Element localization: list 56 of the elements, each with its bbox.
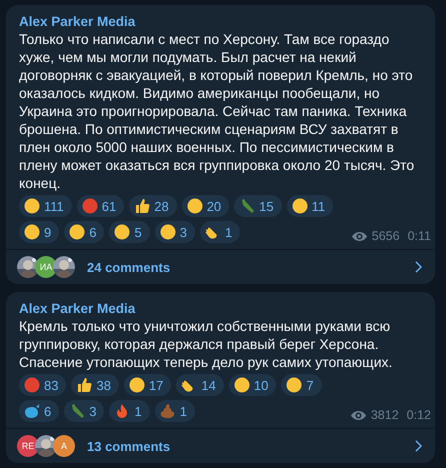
reaction-button[interactable]: 1 <box>200 221 240 243</box>
chevron-icon[interactable] <box>415 440 422 452</box>
reaction-button[interactable]: 83 <box>19 374 66 396</box>
face-icon <box>24 198 40 214</box>
face-icon <box>160 224 176 240</box>
face-icon <box>186 198 203 214</box>
face-icon <box>24 224 40 240</box>
reaction-button[interactable]: 1 <box>154 400 195 422</box>
reaction-button[interactable]: 1 <box>109 400 150 422</box>
message-text: Кремль только что уничтожил собственными руками всю группировку, которая держался правый берег Херсона. Спасение утопающих теперь дело рук самих утопающих. <box>19 317 394 371</box>
view-count: 5656 <box>372 229 400 243</box>
reaction-button[interactable]: 7 <box>281 374 322 396</box>
view-count: 3812 <box>370 408 399 422</box>
face-icon <box>82 198 98 214</box>
chevron-icon[interactable] <box>415 261 422 273</box>
avatar: RE <box>17 435 39 457</box>
reaction-button[interactable]: 3 <box>154 221 195 243</box>
reaction-button[interactable]: 15 <box>234 195 282 217</box>
timestamp: 0:12 <box>406 408 431 422</box>
channel-name[interactable]: Alex Parker Media <box>19 13 422 30</box>
reaction-button[interactable]: 38 <box>71 374 119 396</box>
face-icon <box>69 224 86 240</box>
face-icon <box>286 377 302 393</box>
thumbs-up-icon <box>76 377 92 393</box>
reaction-button[interactable]: 28 <box>129 195 177 217</box>
reaction-button[interactable]: 6 <box>19 400 60 422</box>
eye-icon <box>350 410 366 420</box>
avatar: ИА <box>35 256 57 278</box>
bottle-icon <box>69 403 86 419</box>
face-icon <box>114 224 130 240</box>
reaction-button[interactable]: 9 <box>19 221 60 243</box>
thumbs-up-icon <box>134 198 150 214</box>
reaction-button[interactable]: 3 <box>64 400 104 422</box>
reaction-button[interactable]: 5 <box>109 221 150 243</box>
poo-icon <box>160 403 176 419</box>
comments-link[interactable]: 13 comments <box>87 438 415 454</box>
eye-icon <box>352 232 367 240</box>
face-icon <box>24 377 40 393</box>
whale-icon <box>24 403 40 419</box>
bottle-icon <box>239 198 256 214</box>
reaction-button[interactable]: 10 <box>228 374 276 396</box>
reaction-button[interactable]: 11 <box>286 195 334 217</box>
face-icon <box>234 377 250 393</box>
channel-name[interactable]: Alex Parker Media <box>19 300 422 317</box>
reaction-button[interactable]: 17 <box>124 374 172 396</box>
reaction-button[interactable]: 61 <box>76 195 124 217</box>
message-text: Только что написали с мест по Херсону. Там все гораздо хуже, чем мы могли подумать. Был расчет на некий договорняк с эвакуацией, в который поверил Кремль, но это оказалось кидком. Видимо американцы пообещали, но Украина это проигнорировала. Сейчас там паника. Техника брошена. По оптимистическим сценариям ВСУ захватят в плен около 5000 наших военных. По пессимистическим в плену может оказаться вся группировка около 20 тысяч. Это конец. <box>19 30 416 192</box>
reaction-button[interactable]: 20 <box>182 195 230 217</box>
comments-link[interactable]: 24 comments <box>87 260 415 274</box>
reaction-button[interactable]: 14 <box>176 374 224 396</box>
face-icon <box>128 377 145 393</box>
avatar: A <box>53 435 75 457</box>
face-icon <box>292 198 308 214</box>
reaction-button[interactable]: 6 <box>64 221 104 243</box>
timestamp: 0:11 <box>408 229 431 243</box>
reaction-button[interactable]: 111 <box>19 195 72 217</box>
